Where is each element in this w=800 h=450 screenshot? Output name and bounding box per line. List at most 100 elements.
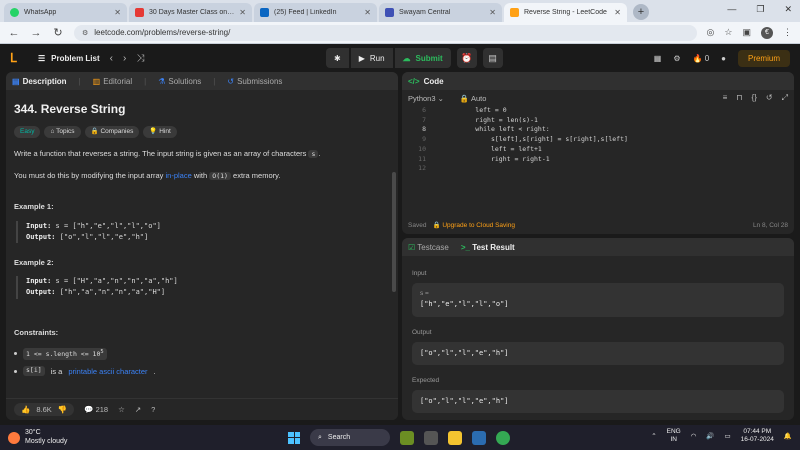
next-problem-icon[interactable]: ›	[123, 53, 126, 64]
weather-widget[interactable]: 30°C Mostly cloudy	[8, 429, 67, 446]
streak-counter[interactable]: 🔥 0	[693, 54, 710, 63]
browser-tab-leetcode[interactable]: Reverse String - LeetCode ✕	[504, 3, 627, 22]
bookmark-icon[interactable]: ⊓	[736, 93, 742, 103]
profile-avatar[interactable]: €	[761, 26, 773, 39]
code-editor[interactable]: 6 left = 07 right = len(s)-1 8 while left…	[402, 106, 794, 174]
thumbs-down-icon[interactable]: 👎	[58, 405, 67, 414]
forward-icon[interactable]: →	[30, 27, 42, 39]
volume-icon[interactable]: 🔊	[706, 432, 714, 440]
input-value-box: s = ["h","e","l","l","o"]	[412, 283, 784, 317]
favorite-star-icon[interactable]: ☆	[118, 405, 125, 414]
new-tab-button[interactable]: +	[633, 4, 649, 20]
shuffle-icon[interactable]: ⤨	[136, 53, 144, 64]
browser-tab-swayam[interactable]: Swayam Central ✕	[379, 3, 502, 22]
linkedin-icon	[260, 8, 269, 17]
site-info-icon[interactable]: ⚙	[82, 29, 88, 37]
comments-button[interactable]: 💬 218	[84, 405, 108, 414]
problem-title[interactable]: 344. Reverse String	[14, 100, 390, 118]
tab-test-result[interactable]: >_ Test Result	[461, 243, 515, 252]
start-icon[interactable]	[288, 431, 300, 444]
topics-chip[interactable]: ⌂ Topics	[44, 126, 81, 138]
code-line[interactable]: 12	[408, 164, 794, 174]
help-icon[interactable]: ?	[151, 405, 155, 414]
tab-description[interactable]: ▤ Description	[12, 77, 67, 86]
tab-solutions[interactable]: ⚗ Solutions	[158, 77, 201, 86]
layout-icon[interactable]: ▦	[654, 54, 662, 63]
browser-tab-whatsapp[interactable]: WhatsApp ✕	[4, 3, 127, 22]
close-icon[interactable]: ✕	[614, 8, 621, 17]
leetcode-logo[interactable]: ᒪ	[10, 51, 22, 65]
notification-bell-icon[interactable]: 🔔	[784, 432, 792, 440]
close-icon[interactable]: ✕	[114, 8, 121, 17]
chevron-down-icon: ⌄	[437, 93, 444, 103]
fullscreen-icon[interactable]: ⤢	[782, 93, 788, 103]
language-select[interactable]: Python3 ⌄	[408, 94, 444, 103]
reset-icon[interactable]: ↺	[766, 93, 773, 103]
output-label: Output	[412, 328, 432, 336]
address-bar: ← → ↻ ⚙ leetcode.com/problems/reverse-st…	[0, 22, 800, 44]
code-line[interactable]: 9 s[left],s[right] = s[right],s[left]	[408, 135, 794, 145]
problem-list-button[interactable]: ☰ Problem List	[38, 54, 100, 63]
file-explorer-icon[interactable]	[448, 430, 462, 445]
notes-button[interactable]: ▤	[482, 48, 503, 68]
url-input[interactable]: ⚙ leetcode.com/problems/reverse-string/	[74, 24, 697, 41]
battery-icon[interactable]: ▭	[725, 432, 731, 440]
bookmark-star-icon[interactable]: ☆	[724, 27, 732, 38]
back-icon[interactable]: ←	[8, 27, 20, 39]
reload-icon[interactable]: ↻	[52, 26, 64, 39]
run-button[interactable]: ▶ Run	[350, 48, 393, 68]
upgrade-cloud-link[interactable]: 🔒 Upgrade to Cloud Saving	[432, 221, 515, 229]
description-scrollbar[interactable]	[392, 172, 396, 292]
debug-button[interactable]: ✱	[326, 48, 349, 68]
tab-submissions[interactable]: ↺ Submissions	[227, 77, 282, 86]
extensions-icon[interactable]: ▣	[742, 27, 751, 38]
format-icon[interactable]: ≡	[723, 93, 728, 103]
code-line[interactable]: 8 while left < right:	[408, 125, 794, 135]
whatsapp-icon	[10, 8, 19, 17]
wifi-icon[interactable]: ◠	[691, 432, 697, 440]
store-icon[interactable]	[472, 430, 486, 445]
prev-problem-icon[interactable]: ‹	[110, 53, 113, 64]
tab-testcase[interactable]: ☑ Testcase	[408, 243, 449, 252]
menu-icon[interactable]: ⋮	[783, 27, 792, 38]
code-text: while left < right:	[444, 125, 550, 134]
share-icon[interactable]: ↗	[135, 405, 141, 414]
code-header: </> Code	[402, 72, 794, 90]
timer-button[interactable]: ⏰	[456, 48, 477, 68]
tab-editorial[interactable]: ▥ Editorial	[93, 77, 132, 86]
widgets-icon[interactable]	[400, 430, 414, 445]
code-line[interactable]: 10 left = left+1	[408, 145, 794, 155]
close-window-icon[interactable]: ✕	[784, 4, 792, 15]
code-line[interactable]: 6 left = 0	[408, 106, 794, 116]
hint-chip[interactable]: 💡 Hint	[143, 126, 177, 138]
in-place-link[interactable]: in-place	[165, 171, 191, 180]
code-line[interactable]: 7 right = len(s)-1	[408, 116, 794, 126]
close-icon[interactable]: ✕	[489, 8, 496, 17]
check-box-icon: ☑	[408, 242, 416, 252]
taskbar-search[interactable]: ⌕ Search	[310, 429, 390, 446]
eye-off-icon[interactable]: ◎	[707, 27, 715, 38]
companies-chip[interactable]: 🔒 Companies	[84, 126, 140, 138]
code-text: right = right-1	[444, 154, 550, 163]
browser-tab-linkedin[interactable]: (25) Feed | LinkedIn ✕	[254, 3, 377, 22]
clock[interactable]: 07:44 PM 16-07-2024	[741, 428, 774, 445]
user-avatar[interactable]: ●	[721, 54, 726, 63]
like-button[interactable]: 👍 8.6K 👎	[14, 403, 75, 416]
braces-icon[interactable]: {}	[752, 93, 757, 103]
language-indicator[interactable]: ENG IN	[667, 428, 681, 445]
task-view-icon[interactable]	[424, 430, 438, 445]
premium-button[interactable]: Premium	[737, 50, 790, 67]
browser-tab-masterclass[interactable]: 30 Days Master Class on A... ✕	[129, 3, 252, 22]
close-icon[interactable]: ✕	[364, 8, 371, 17]
close-icon[interactable]: ✕	[239, 8, 246, 17]
code-line[interactable]: 11 right = right-1	[408, 155, 794, 165]
maximize-icon[interactable]: ❐	[756, 4, 764, 15]
line-number: 12	[418, 164, 426, 173]
minimize-icon[interactable]: —	[727, 4, 736, 15]
auto-mode-toggle[interactable]: 🔒 Auto	[460, 94, 486, 103]
settings-icon[interactable]: ⚙	[673, 54, 680, 63]
chrome-icon[interactable]	[496, 430, 510, 445]
chevron-up-icon[interactable]: ⌃	[651, 432, 656, 440]
submit-button[interactable]: ☁ Submit	[394, 48, 451, 68]
printable-ascii-link[interactable]: printable ascii character	[68, 366, 147, 377]
